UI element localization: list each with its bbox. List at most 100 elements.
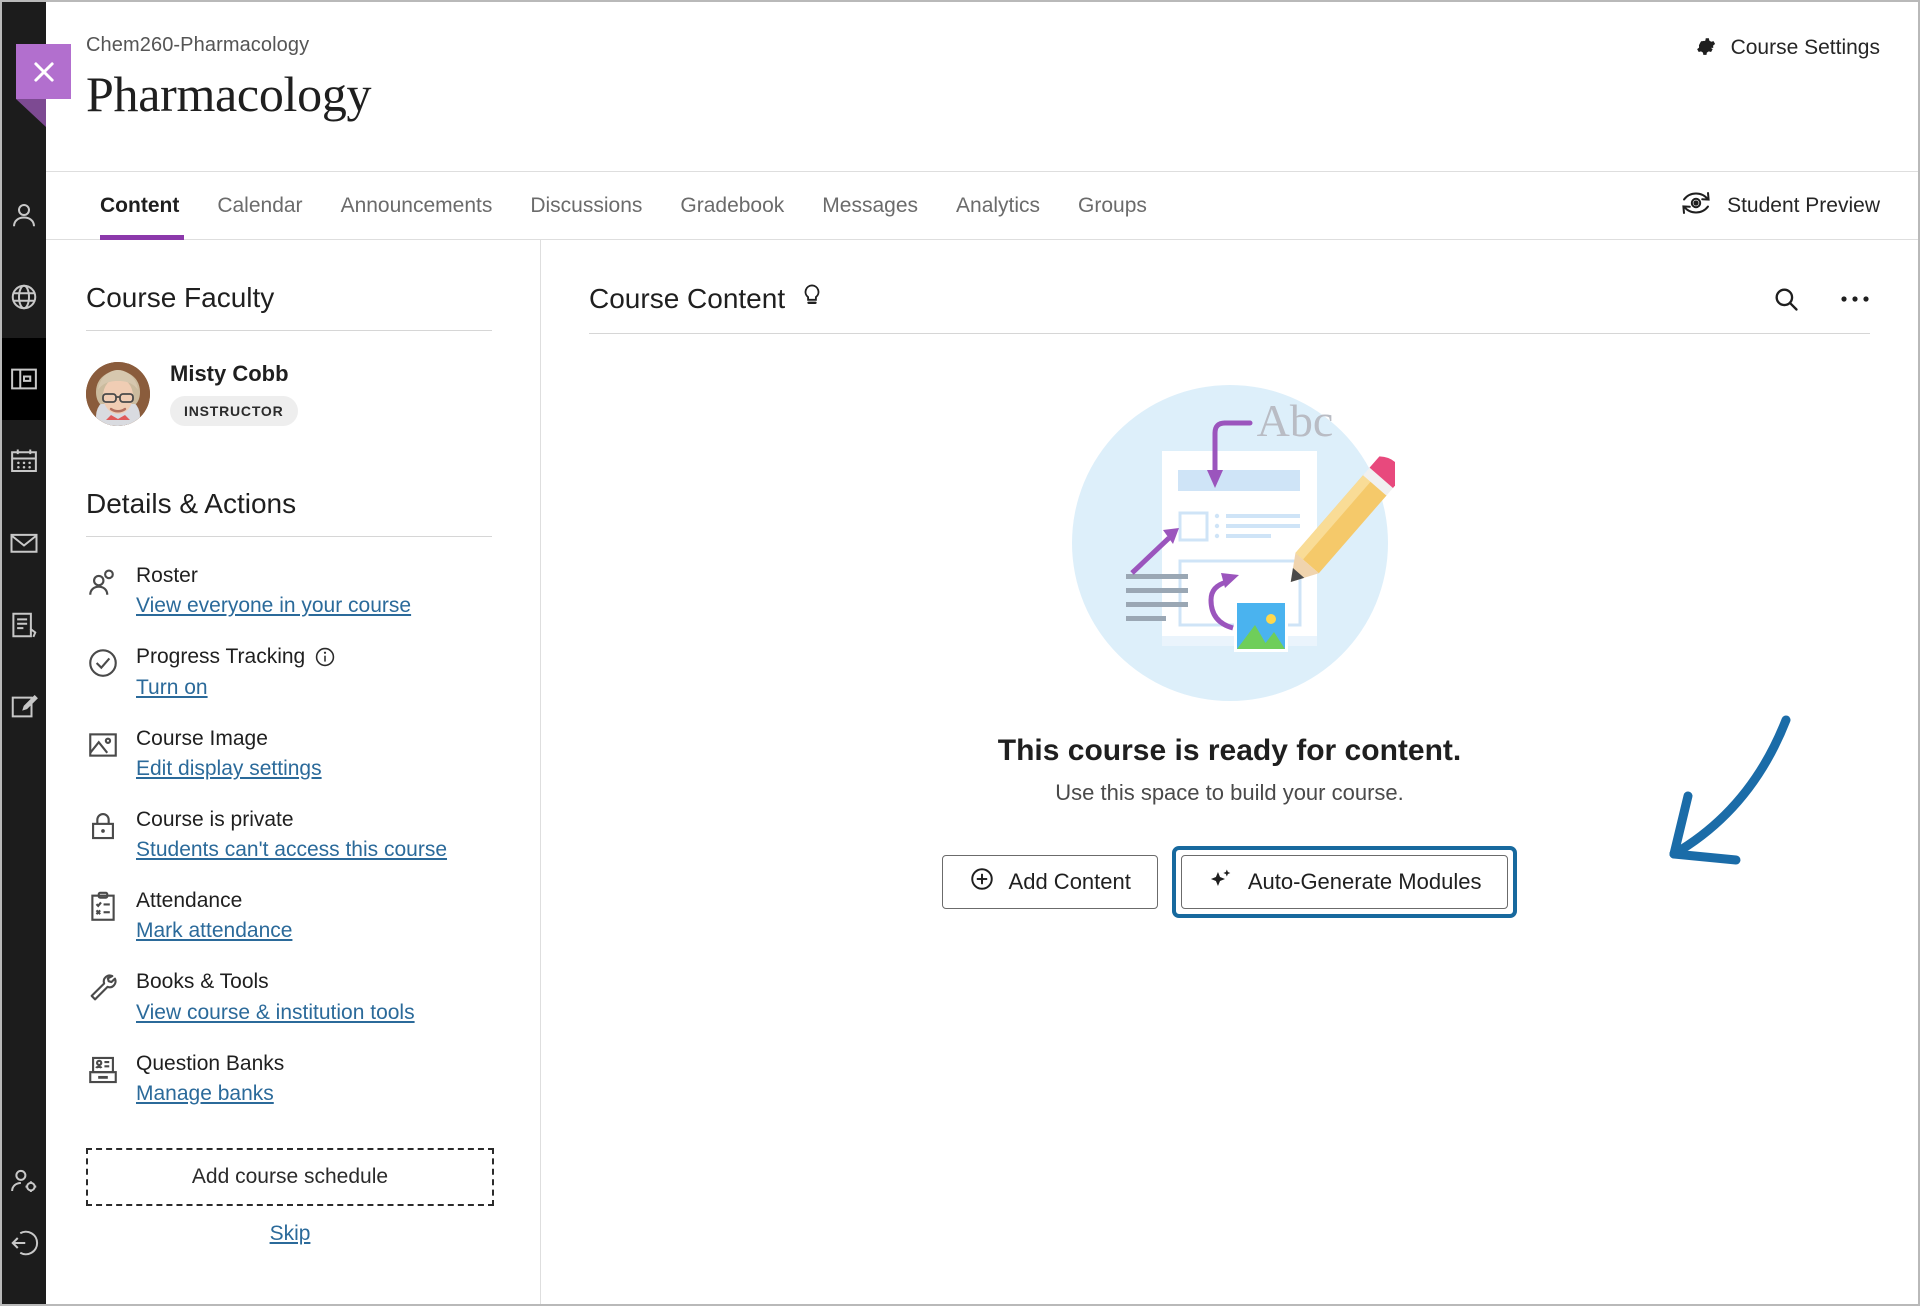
auto-generate-label: Auto-Generate Modules <box>1247 869 1482 894</box>
empty-state-subtitle: Use this space to build your course. <box>1055 780 1404 805</box>
sign-out-icon[interactable] <box>2 1222 46 1304</box>
detail-label: Course Image <box>136 726 268 750</box>
tab-content[interactable]: Content <box>86 172 198 240</box>
detail-link-course-image[interactable]: Edit display settings <box>136 757 322 781</box>
detail-item-attendance: Attendance Mark attendance <box>86 888 492 943</box>
lock-icon <box>86 809 120 843</box>
tab-analytics[interactable]: Analytics <box>937 172 1059 239</box>
detail-label-text: Progress Tracking <box>136 645 306 669</box>
tab-discussions[interactable]: Discussions <box>511 172 661 239</box>
course-content-region: Course Content Abc This course is ready … <box>541 240 1918 1304</box>
profile-icon[interactable] <box>2 174 46 256</box>
content-title: Course Content <box>589 282 825 315</box>
detail-item-books-tools: Books & Tools View course & institution … <box>86 969 492 1024</box>
course-settings-label: Course Settings <box>1730 36 1880 59</box>
detail-item-course-image: Course Image Edit display settings <box>86 726 492 781</box>
page-title: Pharmacology <box>86 66 372 122</box>
detail-item-progress-tracking: Progress Tracking Turn on <box>86 644 492 699</box>
empty-state: Abc This course is ready for content. Us… <box>589 378 1870 918</box>
detail-link-question-banks[interactable]: Manage banks <box>136 1082 274 1106</box>
grades-icon[interactable] <box>2 584 46 666</box>
auto-generate-focus-ring: Auto-Generate Modules <box>1171 846 1518 918</box>
body-split: Course Faculty Misty Cobb INSTRUCTOR Det… <box>46 240 1918 1304</box>
add-content-label: Add Content <box>1008 869 1131 894</box>
detail-text: Course Image Edit display settings <box>136 726 322 781</box>
avatar <box>86 361 150 426</box>
sparkle-icon <box>1208 866 1234 898</box>
tab-messages[interactable]: Messages <box>803 172 937 239</box>
role-badge: INSTRUCTOR <box>170 396 298 426</box>
content-title-text: Course Content <box>589 282 786 314</box>
detail-link-roster[interactable]: View everyone in your course <box>136 594 411 618</box>
detail-link-progress-tracking[interactable]: Turn on <box>136 676 208 700</box>
faculty-name: Misty Cobb <box>170 361 289 386</box>
tab-calendar[interactable]: Calendar <box>198 172 321 239</box>
empty-state-actions: Add Content Auto-Generate Modules <box>941 846 1518 918</box>
courses-icon[interactable] <box>2 338 46 420</box>
admin-icon[interactable] <box>2 1140 46 1222</box>
global-nav-rail <box>2 2 46 1304</box>
detail-label: Question Banks <box>136 1051 285 1075</box>
detail-label: Course is private <box>136 807 294 831</box>
tab-groups[interactable]: Groups <box>1059 172 1166 239</box>
detail-item-question-banks: Question Banks Manage banks <box>86 1051 492 1106</box>
student-preview-label: Student Preview <box>1727 193 1880 217</box>
course-image-icon <box>86 728 120 762</box>
course-faculty-heading: Course Faculty <box>86 282 275 313</box>
detail-link-books-tools[interactable]: View course & institution tools <box>136 1001 415 1025</box>
detail-text: Progress Tracking Turn on <box>136 644 336 699</box>
search-icon[interactable] <box>1772 285 1800 313</box>
tab-announcements[interactable]: Announcements <box>322 172 512 239</box>
empty-state-illustration: Abc <box>1071 385 1395 701</box>
roster-icon <box>86 565 120 599</box>
lightbulb-icon[interactable] <box>799 282 825 315</box>
skip-link[interactable]: Skip <box>86 1222 494 1246</box>
detail-link-attendance[interactable]: Mark attendance <box>136 919 292 943</box>
course-content-header: Course Content <box>589 282 1870 334</box>
detail-label: Progress Tracking <box>136 644 336 670</box>
empty-state-title: This course is ready for content. <box>997 734 1462 767</box>
add-content-button[interactable]: Add Content <box>941 855 1158 909</box>
messages-icon[interactable] <box>2 502 46 584</box>
student-preview-button[interactable]: Student Preview <box>1679 172 1880 239</box>
content-actions <box>1772 285 1870 313</box>
detail-label: Attendance <box>136 889 243 912</box>
detail-text: Books & Tools View course & institution … <box>136 969 415 1024</box>
breadcrumb: Chem260-Pharmacology <box>86 34 310 56</box>
svg-text:Abc: Abc <box>1256 395 1333 446</box>
detail-link-course-privacy[interactable]: Students can't access this course <box>136 838 447 862</box>
course-settings-button[interactable]: Course Settings <box>1691 32 1880 64</box>
detail-text: Roster View everyone in your course <box>136 563 411 618</box>
tools-icon[interactable] <box>2 666 46 748</box>
divider <box>86 536 492 537</box>
student-preview-icon <box>1679 190 1713 222</box>
auto-generate-modules-button[interactable]: Auto-Generate Modules <box>1180 855 1509 909</box>
question-banks-icon <box>86 1053 120 1087</box>
tab-gradebook[interactable]: Gradebook <box>661 172 803 239</box>
main-region: Chem260-Pharmacology Pharmacology Course… <box>46 2 1918 1304</box>
detail-text: Attendance Mark attendance <box>136 888 292 943</box>
detail-label: Roster <box>136 564 198 587</box>
faculty-entry[interactable]: Misty Cobb INSTRUCTOR <box>86 361 492 426</box>
institution-page-icon[interactable] <box>2 256 46 338</box>
close-course-button[interactable] <box>16 44 71 99</box>
progress-icon <box>86 646 120 680</box>
calendar-icon[interactable] <box>2 420 46 502</box>
faculty-info: Misty Cobb INSTRUCTOR <box>170 361 298 426</box>
detail-text: Course is private Students can't access … <box>136 807 447 862</box>
divider <box>86 330 492 331</box>
course-header: Chem260-Pharmacology Pharmacology Course… <box>46 2 1918 172</box>
gear-icon <box>1691 32 1717 64</box>
books-tools-icon <box>86 971 120 1005</box>
add-course-schedule-button[interactable]: Add course schedule <box>86 1147 494 1206</box>
plus-circle-icon <box>969 866 995 898</box>
details-actions-heading: Details & Actions <box>86 488 297 519</box>
course-details-panel: Course Faculty Misty Cobb INSTRUCTOR Det… <box>46 240 541 1304</box>
info-icon[interactable] <box>314 646 336 668</box>
attendance-icon <box>86 890 120 924</box>
detail-item-roster: Roster View everyone in your course <box>86 563 492 618</box>
detail-label: Books & Tools <box>136 970 269 994</box>
more-options-icon[interactable] <box>1840 294 1870 304</box>
app-window: Chem260-Pharmacology Pharmacology Course… <box>0 0 1920 1306</box>
detail-item-course-privacy: Course is private Students can't access … <box>86 807 492 862</box>
